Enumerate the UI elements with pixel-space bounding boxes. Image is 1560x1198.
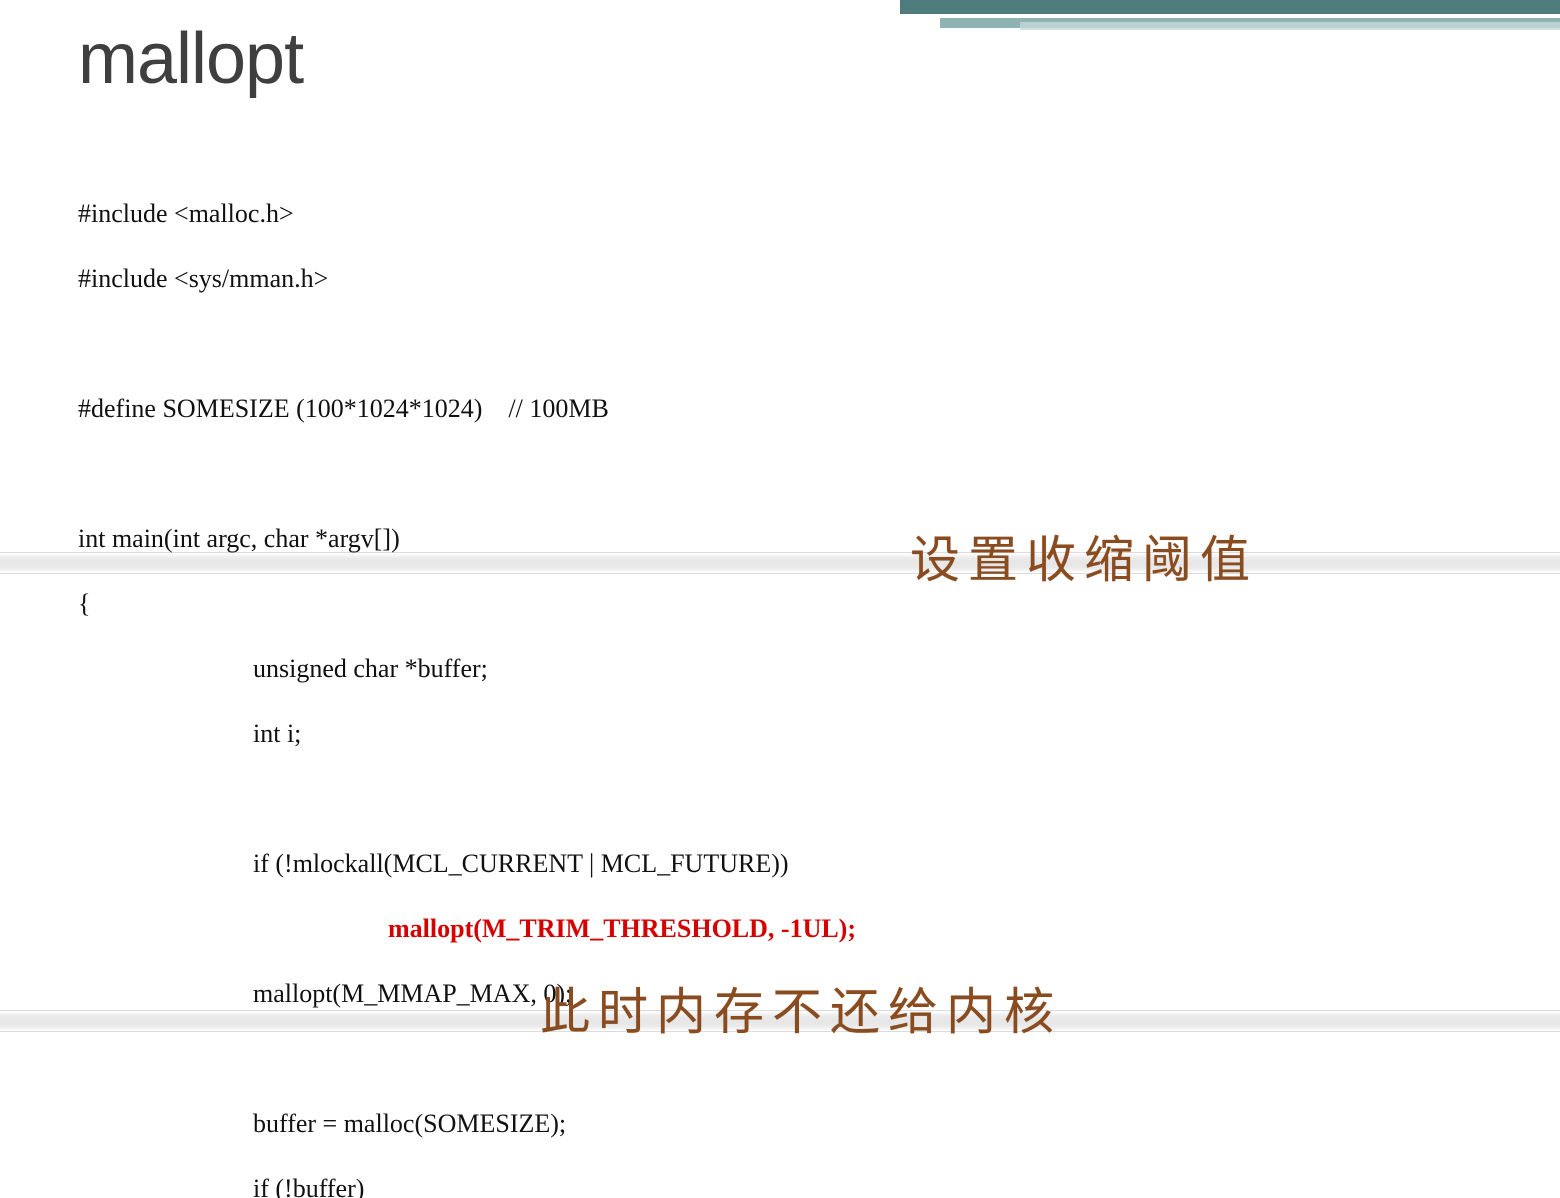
annotation-trim-threshold: 设置收缩阈值: [910, 520, 1258, 592]
code-line: if (!mlockall(MCL_CURRENT | MCL_FUTURE)): [78, 848, 1538, 881]
code-line: int main(int argc, char *argv[]): [78, 523, 1538, 556]
code-line: {: [78, 588, 1538, 621]
slide: mallopt #include <malloc.h> #include <sy…: [0, 0, 1560, 1198]
slide-title: mallopt: [78, 18, 303, 100]
code-line: #include <malloc.h>: [78, 198, 1538, 231]
code-line: #define SOMESIZE (100*1024*1024) // 100M…: [78, 393, 1538, 426]
code-line: unsigned char *buffer;: [78, 653, 1538, 686]
code-line-highlight: mallopt(M_TRIM_THRESHOLD, -1UL);: [78, 913, 1538, 946]
code-line: [78, 783, 1538, 816]
code-line: #include <sys/mman.h>: [78, 263, 1538, 296]
annotation-free-memory: 此时内存不还给内核: [540, 972, 1062, 1044]
code-line: if (!buffer): [78, 1173, 1538, 1198]
deco-bar-soft: [1020, 22, 1560, 30]
code-line: buffer = malloc(SOMESIZE);: [78, 1108, 1538, 1141]
top-decoration: [900, 0, 1560, 40]
code-line: int i;: [78, 718, 1538, 751]
code-line: [78, 458, 1538, 491]
deco-bar-dark: [900, 0, 1560, 14]
code-line: [78, 1043, 1538, 1076]
code-line: [78, 328, 1538, 361]
